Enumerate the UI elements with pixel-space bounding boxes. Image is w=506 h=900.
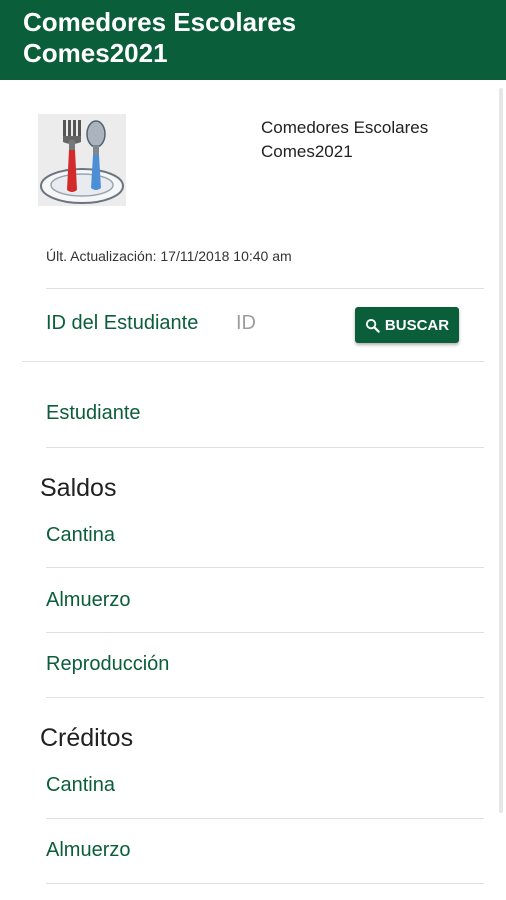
header-title: Comedores Escolares Comes2021 (261, 118, 429, 161)
student-row[interactable]: Estudiante (46, 402, 141, 425)
saldos-item-reproduccion[interactable]: Reproducción (46, 653, 169, 676)
divider (46, 288, 484, 289)
creditos-item-cantina[interactable]: Cantina (46, 774, 115, 797)
divider (46, 632, 484, 633)
creditos-item-almuerzo[interactable]: Almuerzo (46, 839, 130, 862)
app-bar: Comedores Escolares Comes2021 (0, 0, 506, 80)
search-button-label: BUSCAR (384, 316, 450, 334)
fork-spoon-plate-icon (38, 114, 126, 206)
divider (46, 567, 484, 568)
divider (46, 818, 484, 819)
saldos-item-cantina[interactable]: Cantina (46, 524, 115, 547)
student-id-input[interactable] (236, 312, 346, 335)
divider (46, 697, 484, 698)
saldos-heading: Saldos (40, 474, 117, 502)
scrollbar[interactable] (499, 88, 503, 813)
last-updated: Últ. Actualización: 17/11/2018 10:40 am (46, 248, 292, 264)
search-button[interactable]: BUSCAR (355, 307, 459, 343)
saldos-item-almuerzo[interactable]: Almuerzo (46, 589, 130, 612)
divider (46, 447, 484, 448)
creditos-heading: Créditos (40, 724, 134, 752)
student-id-label: ID del Estudiante (46, 312, 199, 334)
search-icon (365, 318, 380, 333)
divider (22, 361, 484, 362)
app-title: Comedores Escolares Comes2021 (23, 7, 297, 68)
divider (46, 883, 484, 884)
